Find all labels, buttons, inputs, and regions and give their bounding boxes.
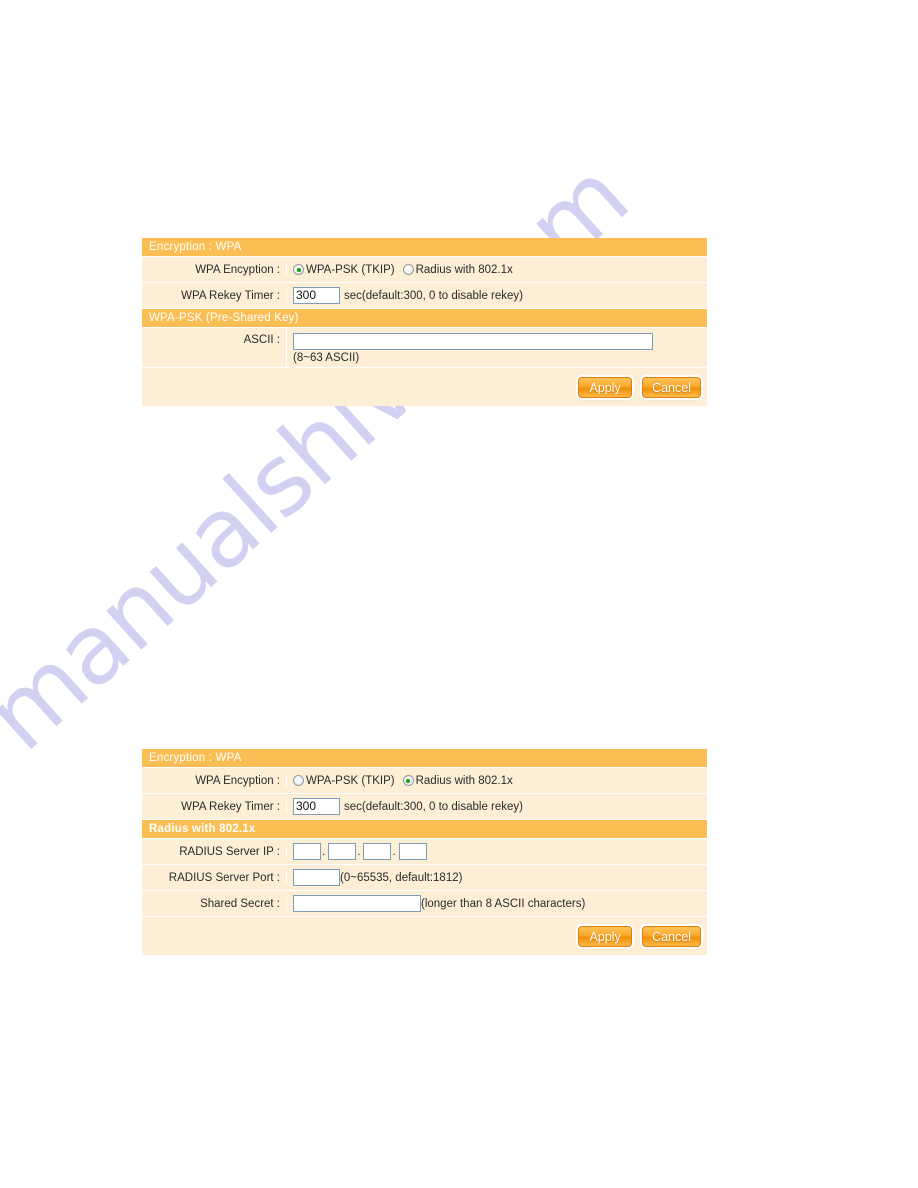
- apply-button[interactable]: Apply: [578, 376, 633, 398]
- ascii-key-input[interactable]: [293, 333, 653, 350]
- shared-secret-input[interactable]: [293, 895, 421, 912]
- ip-separator-dot: .: [392, 845, 396, 858]
- radio-button-icon-radius-8021x[interactable]: [402, 775, 414, 786]
- field-shared-secret: (longer than 8 ASCII characters): [287, 892, 707, 915]
- wpa-rekey-timer-input[interactable]: [293, 798, 340, 815]
- radio-option-radius-8021x[interactable]: Radius with 802.1x: [402, 263, 513, 276]
- label-shared-secret: Shared Secret :: [142, 897, 287, 910]
- label-wpa-encryption: WPA Encyption :: [142, 774, 287, 787]
- radio-button-icon-radius-8021x[interactable]: [402, 264, 414, 275]
- label-wpa-rekey-timer: WPA Rekey Timer :: [142, 800, 287, 813]
- page-watermark: manualshive.com: [0, 0, 918, 1188]
- row-wpa-encryption: WPA Encyption : WPA-PSK (TKIP) Radius wi…: [142, 768, 707, 794]
- label-wpa-encryption: WPA Encyption :: [142, 263, 287, 276]
- row-wpa-encryption: WPA Encyption : WPA-PSK (TKIP) Radius wi…: [142, 257, 707, 283]
- radio-label-radius-8021x: Radius with 802.1x: [415, 774, 513, 787]
- radio-option-wpa-psk-tkip[interactable]: WPA-PSK (TKIP): [293, 264, 395, 276]
- row-radius-server-ip: RADIUS Server IP : . . .: [142, 839, 707, 865]
- ip-separator-dot: .: [357, 845, 361, 858]
- field-wpa-encryption: WPA-PSK (TKIP) Radius with 802.1x: [287, 261, 707, 279]
- label-ascii-key: ASCII :: [142, 328, 287, 367]
- field-radius-server-port: (0~65535, default:1812): [287, 866, 707, 889]
- row-shared-secret: Shared Secret : (longer than 8 ASCII cha…: [142, 891, 707, 917]
- panel-title-bar-encryption-wpa: Encryption : WPA: [142, 749, 707, 768]
- radius-server-ip-octet-3[interactable]: [363, 843, 392, 860]
- radio-button-icon-wpa-psk-tkip[interactable]: [293, 264, 304, 275]
- field-wpa-rekey-timer: sec(default:300, 0 to disable rekey): [287, 284, 707, 307]
- label-radius-server-port: RADIUS Server Port :: [142, 871, 287, 884]
- label-wpa-rekey-timer: WPA Rekey Timer :: [142, 289, 287, 302]
- row-wpa-rekey-timer: WPA Rekey Timer : sec(default:300, 0 to …: [142, 283, 707, 309]
- field-ascii-key: (8~63 ASCII): [287, 328, 707, 367]
- radius-server-ip-octet-2[interactable]: [328, 843, 357, 860]
- hint-wpa-rekey-timer: sec(default:300, 0 to disable rekey): [344, 800, 523, 813]
- watermark-text: manualshive.com: [0, 141, 649, 772]
- apply-button[interactable]: Apply: [578, 925, 633, 947]
- panel-actions-radius: Apply Cancel: [142, 917, 707, 955]
- radius-8021x-settings-panel: Encryption : WPA WPA Encyption : WPA-PSK…: [142, 749, 707, 955]
- hint-wpa-rekey-timer: sec(default:300, 0 to disable rekey): [344, 289, 523, 302]
- row-radius-server-port: RADIUS Server Port : (0~65535, default:1…: [142, 865, 707, 891]
- panel-title-bar-encryption-wpa: Encryption : WPA: [142, 238, 707, 257]
- wpa-rekey-timer-input[interactable]: [293, 287, 340, 304]
- row-wpa-rekey-timer: WPA Rekey Timer : sec(default:300, 0 to …: [142, 794, 707, 820]
- radius-server-port-input[interactable]: [293, 869, 340, 886]
- radius-server-ip-octet-4[interactable]: [398, 843, 427, 860]
- radio-label-wpa-psk-tkip: WPA-PSK (TKIP): [306, 263, 395, 276]
- cancel-button[interactable]: Cancel: [642, 376, 701, 398]
- wpa-psk-settings-panel: Encryption : WPA WPA Encyption : WPA-PSK…: [142, 238, 707, 406]
- field-radius-server-ip: . . .: [287, 840, 707, 863]
- radio-label-radius-8021x: Radius with 802.1x: [415, 263, 513, 276]
- label-radius-server-ip: RADIUS Server IP :: [142, 845, 287, 858]
- row-ascii-key: ASCII : (8~63 ASCII): [142, 328, 707, 368]
- ip-separator-dot: .: [322, 845, 326, 858]
- radius-server-ip-octet-1[interactable]: [293, 843, 321, 860]
- radio-label-wpa-psk-tkip: WPA-PSK (TKIP): [306, 774, 395, 787]
- hint-shared-secret: (longer than 8 ASCII characters): [421, 897, 586, 910]
- radio-option-wpa-psk-tkip[interactable]: WPA-PSK (TKIP): [293, 775, 395, 787]
- radio-option-radius-8021x[interactable]: Radius with 802.1x: [402, 774, 513, 787]
- field-wpa-encryption: WPA-PSK (TKIP) Radius with 802.1x: [287, 772, 707, 790]
- section-title-wpa-psk-pre-shared-key: WPA-PSK (Pre-Shared Key): [142, 309, 707, 328]
- field-wpa-rekey-timer: sec(default:300, 0 to disable rekey): [287, 795, 707, 818]
- radio-group-wpa-encryption: WPA-PSK (TKIP) Radius with 802.1x: [293, 775, 521, 787]
- radio-group-wpa-encryption: WPA-PSK (TKIP) Radius with 802.1x: [293, 264, 521, 276]
- note-ascii-key-range: (8~63 ASCII): [293, 352, 360, 364]
- panel-actions-wpa-psk: Apply Cancel: [142, 368, 707, 406]
- section-title-radius-with-8021x: Radius with 802.1x: [142, 820, 707, 839]
- radio-button-icon-wpa-psk-tkip[interactable]: [293, 775, 304, 786]
- cancel-button[interactable]: Cancel: [642, 925, 701, 947]
- hint-radius-server-port: (0~65535, default:1812): [340, 871, 463, 884]
